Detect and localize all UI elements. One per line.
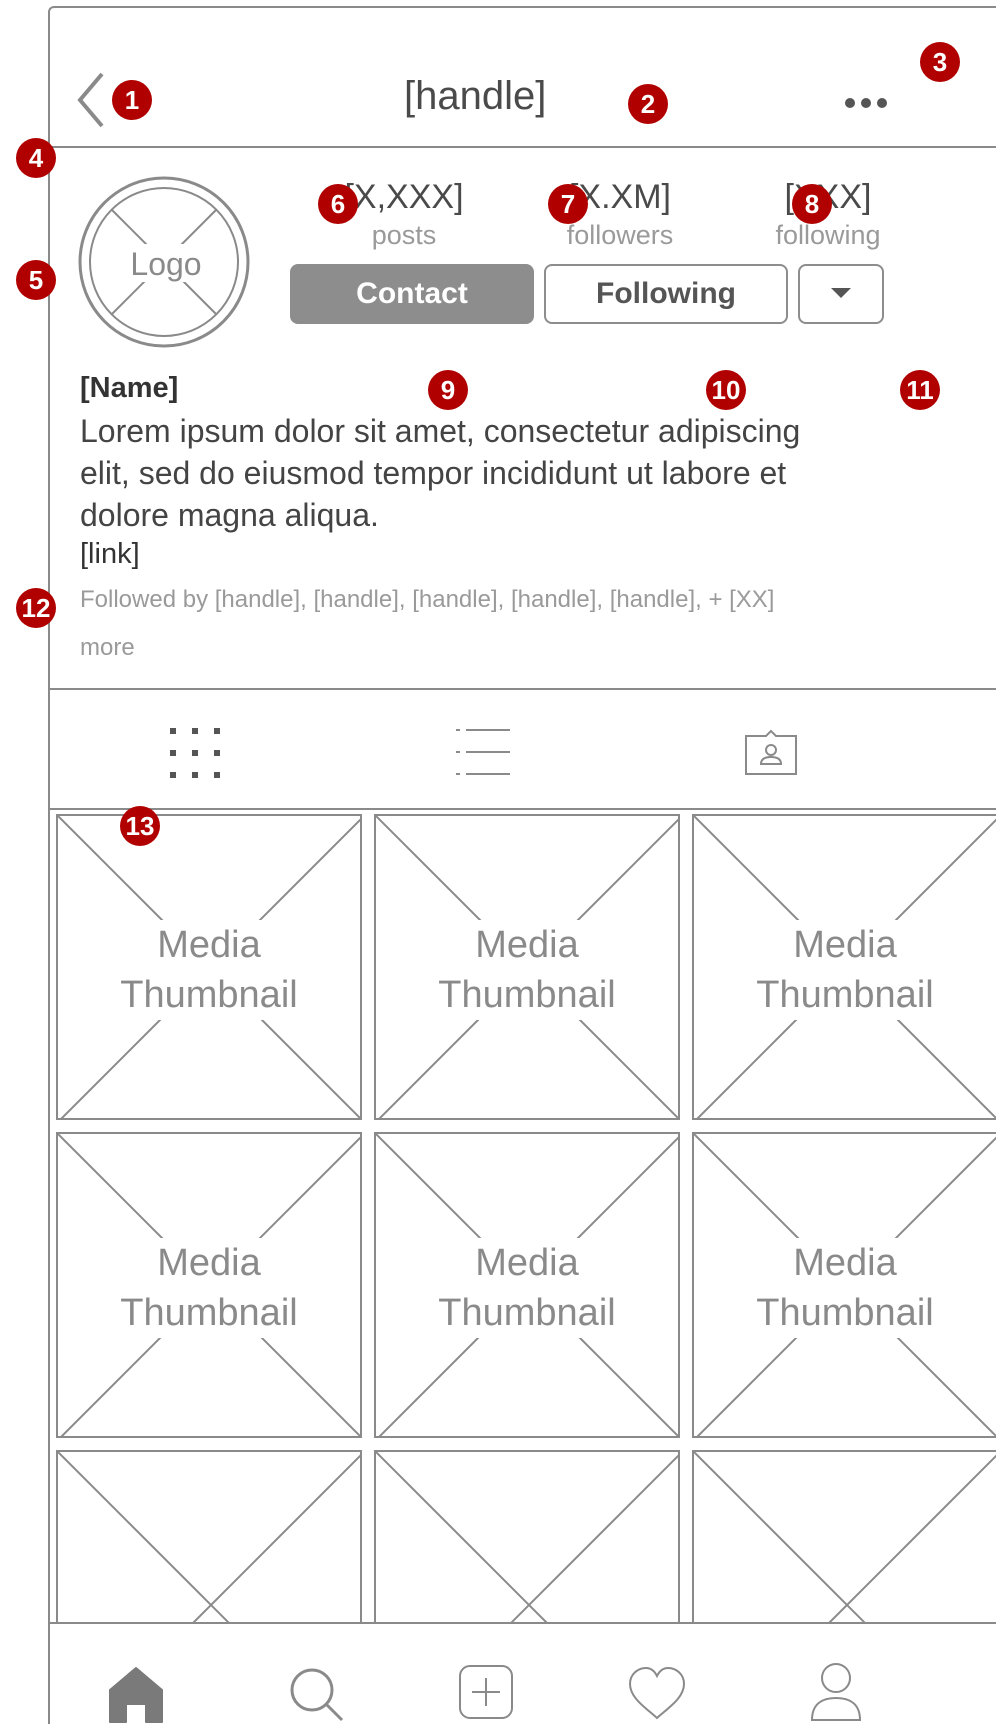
dropdown-button[interactable] [798, 264, 884, 324]
annotation-badge: 4 [16, 138, 56, 178]
tabs-divider [50, 808, 996, 810]
profile-name: [Name] [80, 372, 179, 404]
heart-icon[interactable] [626, 1664, 688, 1724]
followed-by-text[interactable]: Followed by [handle], [handle], [handle]… [80, 576, 900, 672]
contact-button[interactable]: Contact [290, 264, 534, 324]
thumbnail-label: Media [153, 1238, 265, 1288]
following-label[interactable]: following [758, 220, 898, 251]
annotation-badge: 10 [706, 370, 746, 410]
annotation-badge: 12 [16, 588, 56, 628]
followers-label[interactable]: followers [550, 220, 690, 251]
add-post-icon[interactable] [456, 1662, 516, 1722]
page-title: [handle] [404, 74, 547, 118]
thumbnail-label: Media [153, 920, 265, 970]
thumbnail-label: Thumbnail [434, 970, 620, 1020]
more-dots-icon[interactable] [842, 96, 892, 110]
media-thumbnail[interactable]: Media Thumbnail [56, 814, 362, 1120]
phone-frame: [handle] Logo [X,XXX] posts [X.XM] follo… [48, 6, 996, 1724]
media-thumbnail[interactable]: Media Thumbnail [692, 1132, 996, 1438]
annotation-badge: 13 [120, 806, 160, 846]
profile-icon[interactable] [806, 1660, 866, 1724]
followed-by-line: more [80, 634, 135, 661]
grid-view-icon[interactable] [168, 726, 222, 780]
annotation-badge: 7 [548, 184, 588, 224]
annotation-badge: 6 [318, 184, 358, 224]
header-divider [50, 146, 996, 148]
media-thumbnail[interactable]: Media Thumbnail [692, 814, 996, 1120]
annotation-badge: 3 [920, 42, 960, 82]
thumbnail-label: Media [471, 1238, 583, 1288]
annotation-badge: 11 [900, 370, 940, 410]
list-view-icon[interactable] [456, 726, 510, 780]
profile-divider [50, 688, 996, 690]
profile-link[interactable]: [link] [80, 538, 140, 571]
annotation-badge: 8 [792, 184, 832, 224]
caret-down-icon [831, 288, 851, 298]
logo-label: Logo [130, 246, 202, 282]
home-icon[interactable] [106, 1664, 166, 1724]
posts-label: posts [371, 220, 437, 250]
thumbnail-label: Thumbnail [116, 1288, 302, 1338]
bio-line: elit, sed do eiusmod tempor incididunt u… [80, 455, 787, 491]
bottom-tab-bar [50, 1622, 996, 1724]
profile-bio: Lorem ipsum dolor sit amet, consectetur … [80, 410, 880, 536]
bio-line: dolore magna aliqua. [80, 497, 379, 533]
media-thumbnail[interactable]: Media Thumbnail [56, 1132, 362, 1438]
thumbnail-label: Thumbnail [752, 970, 938, 1020]
annotation-badge: 5 [16, 260, 56, 300]
search-icon[interactable] [286, 1664, 346, 1724]
annotation-badge: 9 [428, 370, 468, 410]
media-thumbnail[interactable]: Media Thumbnail [374, 814, 680, 1120]
following-button[interactable]: Following [544, 264, 788, 324]
thumbnail-label: Thumbnail [116, 970, 302, 1020]
chevron-left-icon[interactable] [72, 70, 112, 130]
thumbnail-label: Media [789, 920, 901, 970]
thumbnail-label: Thumbnail [434, 1288, 620, 1338]
media-thumbnail[interactable]: Media Thumbnail [374, 1132, 680, 1438]
annotation-badge: 1 [112, 80, 152, 120]
thumbnail-label: Media [789, 1238, 901, 1288]
thumbnail-label: Media [471, 920, 583, 970]
thumbnail-label: Thumbnail [752, 1288, 938, 1338]
tagged-photos-icon[interactable] [742, 728, 800, 778]
followed-by-line: Followed by [handle], [handle], [handle]… [80, 586, 775, 613]
annotation-badge: 2 [628, 84, 668, 124]
bio-line: Lorem ipsum dolor sit amet, consectetur … [80, 413, 801, 449]
